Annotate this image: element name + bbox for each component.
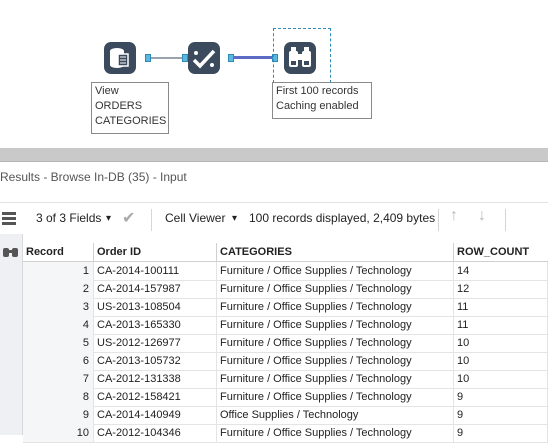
- record-cell[interactable]: 3: [23, 298, 94, 316]
- record-cell[interactable]: 1: [23, 262, 94, 280]
- categories-cell[interactable]: Furniture / Office Supplies / Technology: [217, 388, 454, 406]
- workflow-canvas[interactable]: View ORDERS CATEGORIES First 100 records…: [0, 0, 548, 148]
- column-header-order-id[interactable]: Order ID: [94, 243, 217, 261]
- record-cell[interactable]: 6: [23, 352, 94, 370]
- record-cell[interactable]: 7: [23, 370, 94, 388]
- categories-cell[interactable]: Furniture / Office Supplies / Technology: [217, 298, 454, 316]
- table-row[interactable]: 10 CA-2012-104346 Furniture / Office Suppl…: [23, 424, 548, 443]
- browse-in-db-tool[interactable]: [284, 42, 316, 74]
- record-cell[interactable]: 10: [23, 424, 94, 442]
- database-input-icon: [110, 48, 129, 68]
- binoculars-icon: [289, 47, 311, 67]
- categories-cell[interactable]: Office Supplies / Technology: [217, 406, 454, 424]
- column-header-row-count[interactable]: ROW_COUNT: [454, 243, 548, 261]
- table-row[interactable]: 3 US-2013-108504 Furniture / Office Suppli…: [23, 298, 548, 317]
- row-count-cell[interactable]: 10: [454, 334, 548, 352]
- row-count-cell[interactable]: 11: [454, 316, 548, 334]
- categories-cell[interactable]: Furniture / Office Supplies / Technology: [217, 352, 454, 370]
- table-row[interactable]: 2 CA-2014-157987 Furniture / Office Suppli…: [23, 280, 548, 299]
- row-count-cell[interactable]: 9: [454, 424, 548, 442]
- grid-header: Record Order ID CATEGORIES ROW_COUNT: [23, 243, 548, 262]
- row-count-cell[interactable]: 12: [454, 280, 548, 298]
- chevron-down-icon[interactable]: ▾: [106, 213, 111, 224]
- categories-cell[interactable]: Furniture / Office Supplies / Technology: [217, 424, 454, 442]
- results-sidebar: [0, 234, 23, 435]
- tool-annotation-browse: First 100 records Caching enabled: [272, 82, 372, 119]
- order-id-cell[interactable]: US-2013-108504: [94, 298, 217, 316]
- list-icon[interactable]: [2, 209, 16, 227]
- order-id-cell[interactable]: US-2012-126977: [94, 334, 217, 352]
- categories-cell[interactable]: Furniture / Office Supplies / Technology: [217, 316, 454, 334]
- toolbar-divider: [505, 209, 506, 231]
- results-panel: Results - Browse In-DB (35) - Input 3 of…: [0, 162, 548, 443]
- chevron-down-icon[interactable]: ▾: [232, 213, 237, 224]
- toolbar-divider: [151, 209, 152, 231]
- table-row[interactable]: 8 CA-2012-158421 Furniture / Office Suppli…: [23, 388, 548, 407]
- record-cell[interactable]: 4: [23, 316, 94, 334]
- column-header-record[interactable]: Record: [23, 243, 94, 261]
- record-cell[interactable]: 2: [23, 280, 94, 298]
- binoculars-icon[interactable]: [2, 246, 20, 261]
- checkmark-icon[interactable]: ✔: [122, 208, 135, 228]
- arrow-up-icon[interactable]: ↑: [450, 207, 458, 225]
- order-id-cell[interactable]: CA-2013-165330: [94, 316, 217, 334]
- table-row[interactable]: 4 CA-2013-165330 Furniture / Office Suppli…: [23, 316, 548, 335]
- record-cell[interactable]: 5: [23, 334, 94, 352]
- row-count-cell[interactable]: 11: [454, 298, 548, 316]
- order-id-cell[interactable]: CA-2012-104346: [94, 424, 217, 442]
- table-row[interactable]: 7 CA-2012-131338 Furniture / Office Suppli…: [23, 370, 548, 389]
- table-row[interactable]: 1 CA-2014-100111 Furniture / Office Suppli…: [23, 262, 548, 281]
- order-id-cell[interactable]: CA-2012-158421: [94, 388, 217, 406]
- arrow-down-icon[interactable]: ↓: [478, 207, 486, 225]
- checkmark-tool-icon: [192, 49, 216, 69]
- row-count-cell[interactable]: 14: [454, 262, 548, 280]
- results-title: Results - Browse In-DB (35) - Input: [0, 170, 187, 184]
- fields-selector[interactable]: 3 of 3 Fields: [36, 211, 101, 225]
- record-cell[interactable]: 8: [23, 388, 94, 406]
- input-data-tool[interactable]: [104, 42, 136, 74]
- in-db-tool[interactable]: [188, 42, 220, 74]
- order-id-cell[interactable]: CA-2012-131338: [94, 370, 217, 388]
- table-row[interactable]: 6 CA-2013-105732 Furniture / Office Suppli…: [23, 352, 548, 371]
- order-id-cell[interactable]: CA-2014-100111: [94, 262, 217, 280]
- column-header-categories[interactable]: CATEGORIES: [217, 243, 454, 261]
- row-count-cell[interactable]: 10: [454, 370, 548, 388]
- row-count-cell[interactable]: 9: [454, 388, 548, 406]
- order-id-cell[interactable]: CA-2013-105732: [94, 352, 217, 370]
- cell-viewer-button[interactable]: Cell Viewer: [165, 211, 225, 225]
- categories-cell[interactable]: Furniture / Office Supplies / Technology: [217, 370, 454, 388]
- panel-splitter[interactable]: [0, 148, 548, 162]
- records-summary: 100 records displayed, 2,409 bytes: [249, 211, 436, 225]
- categories-cell[interactable]: Furniture / Office Supplies / Technology: [217, 334, 454, 352]
- tool-annotation-input: View ORDERS CATEGORIES: [91, 82, 169, 134]
- row-count-cell[interactable]: 9: [454, 406, 548, 424]
- record-cell[interactable]: 9: [23, 406, 94, 424]
- order-id-cell[interactable]: CA-2014-157987: [94, 280, 217, 298]
- categories-cell[interactable]: Furniture / Office Supplies / Technology: [217, 262, 454, 280]
- toolbar-divider: [438, 209, 439, 231]
- table-row[interactable]: 5 US-2012-126977 Furniture / Office Suppli…: [23, 334, 548, 353]
- order-id-cell[interactable]: CA-2014-140949: [94, 406, 217, 424]
- results-toolbar: 3 of 3 Fields ▾ ✔ Cell Viewer ▾ 100 reco…: [0, 202, 548, 235]
- row-count-cell[interactable]: 10: [454, 352, 548, 370]
- table-row[interactable]: 9 CA-2014-140949 Office Supplies / Technol…: [23, 406, 548, 425]
- categories-cell[interactable]: Furniture / Office Supplies / Technology: [217, 280, 454, 298]
- selected-connection-line[interactable]: [234, 56, 274, 59]
